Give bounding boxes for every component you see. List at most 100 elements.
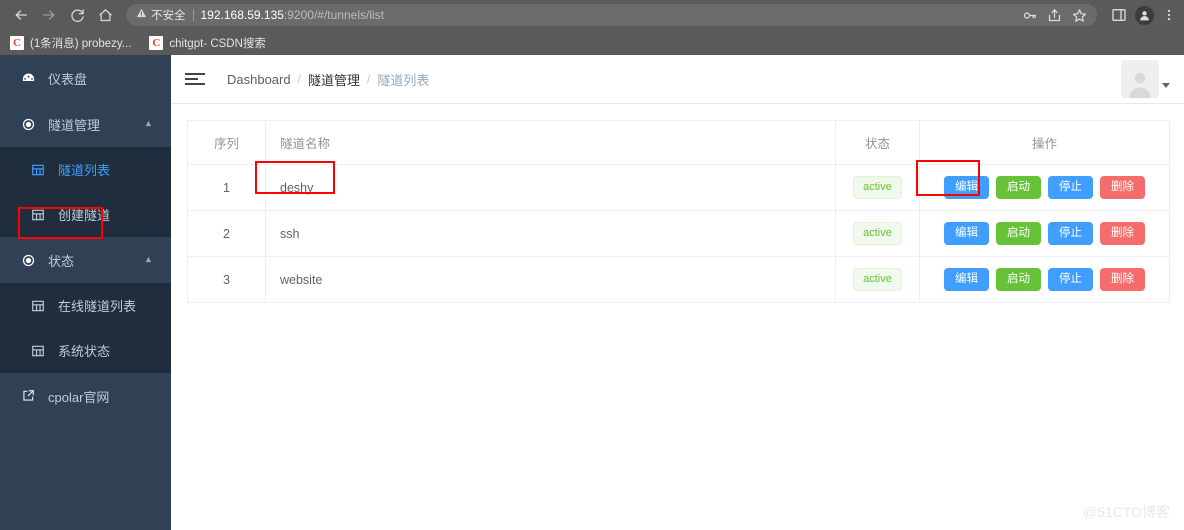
cell-status: active xyxy=(835,210,920,257)
start-button[interactable]: 启动 xyxy=(996,221,1041,246)
table-icon xyxy=(28,299,48,313)
application-root: 仪表盘 隧道管理 ▼ 隧道列表 创建隧道 状态 ▼ 在线隧道列表 系统状态 cp… xyxy=(0,55,1184,530)
cell-name: ssh xyxy=(265,210,836,257)
kebab-menu-icon[interactable] xyxy=(1162,7,1176,23)
delete-button[interactable]: 删除 xyxy=(1100,175,1145,200)
url-path: :9200/#/tunnels/list xyxy=(283,8,384,22)
table-row: 3 website active 编辑 启动 停止 删除 xyxy=(187,256,1170,303)
profile-avatar-icon[interactable] xyxy=(1135,5,1154,25)
sidebar-submenu-status: 在线隧道列表 系统状态 xyxy=(0,283,171,373)
csdn-favicon-icon: C xyxy=(10,35,24,50)
tunnel-table: 序列 隧道名称 状态 操作 1 deshy active 编辑 启动 停止 删除… xyxy=(187,120,1170,303)
sidebar-group-status[interactable]: 状态 ▼ xyxy=(0,237,171,283)
column-header-name: 隧道名称 xyxy=(265,120,836,165)
sidebar-item-label: 仪表盘 xyxy=(48,71,88,87)
omnibox-divider xyxy=(192,9,194,21)
forward-icon[interactable] xyxy=(36,2,62,28)
sidebar: 仪表盘 隧道管理 ▼ 隧道列表 创建隧道 状态 ▼ 在线隧道列表 系统状态 cp… xyxy=(0,55,171,530)
sidebar-item-dashboard[interactable]: 仪表盘 xyxy=(0,55,171,101)
bookmark-label: chitgpt- CSDN搜索 xyxy=(169,37,266,50)
sidebar-group-label: 隧道管理 xyxy=(48,117,101,133)
bookmark-star-icon[interactable] xyxy=(1072,8,1087,23)
table-icon xyxy=(28,163,48,177)
sidebar-item-online-tunnel-list[interactable]: 在线隧道列表 xyxy=(0,283,171,328)
breadcrumb-item-tunnel-management[interactable]: 隧道管理 xyxy=(308,70,360,89)
status-badge: active xyxy=(853,222,902,245)
dashboard-icon xyxy=(18,71,38,86)
breadcrumb-separator: / xyxy=(297,72,301,86)
table-body: 1 deshy active 编辑 启动 停止 删除 2 ssh active … xyxy=(187,164,1170,303)
stop-button[interactable]: 停止 xyxy=(1048,267,1093,292)
edit-button[interactable]: 编辑 xyxy=(944,175,989,200)
column-header-index: 序列 xyxy=(187,120,266,165)
share-icon[interactable] xyxy=(1047,8,1062,23)
table-head: 序列 隧道名称 状态 操作 xyxy=(187,120,1170,165)
sidebar-submenu-tunnel: 隧道列表 创建隧道 xyxy=(0,147,171,237)
tunnel-icon xyxy=(18,117,38,132)
watermark: @51CTO博客 xyxy=(1082,504,1170,520)
bookmark-label: (1条消息) probezy... xyxy=(30,37,132,50)
url-host: 192.168.59.135 xyxy=(200,8,284,22)
cell-index: 3 xyxy=(187,256,266,303)
sidebar-group-tunnel-management[interactable]: 隧道管理 ▼ xyxy=(0,101,171,147)
cell-index: 1 xyxy=(187,164,266,211)
breadcrumb-separator: / xyxy=(366,72,371,86)
table-row: 2 ssh active 编辑 启动 停止 删除 xyxy=(187,210,1170,257)
table-header-row: 序列 隧道名称 状态 操作 xyxy=(187,120,1170,165)
bookmark-item[interactable]: C chitgpt- CSDN搜索 xyxy=(149,35,266,51)
breadcrumb-item-dashboard[interactable]: Dashboard xyxy=(227,72,291,87)
browser-chrome: 不安全 192.168.59.135 :9200/#/tunnels/list xyxy=(0,0,1184,55)
cell-operations: 编辑 启动 停止 删除 xyxy=(919,164,1170,211)
home-icon[interactable] xyxy=(92,2,118,28)
avatar[interactable] xyxy=(1121,60,1159,98)
cell-status: active xyxy=(835,256,920,303)
bookmark-item[interactable]: C (1条消息) probezy... xyxy=(10,35,131,51)
password-key-icon[interactable] xyxy=(1022,8,1037,23)
column-header-status: 状态 xyxy=(835,120,920,165)
bookmarks-bar: C (1条消息) probezy... C chitgpt- CSDN搜索 xyxy=(0,30,1184,55)
external-link-icon xyxy=(18,389,38,403)
cell-name: website xyxy=(265,256,836,303)
chevron-up-icon: ▼ xyxy=(144,255,153,265)
edit-button[interactable]: 编辑 xyxy=(944,221,989,246)
breadcrumb-item-tunnel-list: 隧道列表 xyxy=(377,72,430,88)
menu-fold-icon[interactable] xyxy=(185,73,205,85)
sidebar-item-system-status[interactable]: 系统状态 xyxy=(0,328,171,373)
cell-status: active xyxy=(835,164,920,211)
breadcrumb: Dashboard / 隧道管理 / 隧道列表 xyxy=(227,70,429,89)
delete-button[interactable]: 删除 xyxy=(1100,221,1145,246)
browser-right-actions xyxy=(1103,5,1176,25)
not-secure-warning-icon xyxy=(136,8,147,22)
sidebar-item-create-tunnel[interactable]: 创建隧道 xyxy=(0,192,171,237)
stop-button[interactable]: 停止 xyxy=(1048,221,1093,246)
chevron-down-icon[interactable] xyxy=(1162,82,1170,88)
sidebar-item-label: cpolar官网 xyxy=(48,389,110,405)
chevron-up-icon: ▼ xyxy=(144,119,153,129)
delete-button[interactable]: 删除 xyxy=(1100,267,1145,292)
sidebar-item-cpolar-website[interactable]: cpolar官网 xyxy=(0,373,171,419)
cell-index: 2 xyxy=(187,210,266,257)
cell-name: deshy xyxy=(265,164,836,211)
sidebar-item-label: 创建隧道 xyxy=(58,208,111,223)
top-navbar: Dashboard / 隧道管理 / 隧道列表 xyxy=(171,55,1184,104)
status-badge: active xyxy=(853,176,902,199)
table-icon xyxy=(28,208,48,222)
sidebar-item-tunnel-list[interactable]: 隧道列表 xyxy=(0,147,171,192)
main-area: Dashboard / 隧道管理 / 隧道列表 序列 隧道名称 状态 操作 1 … xyxy=(171,55,1184,530)
back-icon[interactable] xyxy=(8,2,34,28)
content-area: 序列 隧道名称 状态 操作 1 deshy active 编辑 启动 停止 删除… xyxy=(171,104,1184,530)
side-panel-icon[interactable] xyxy=(1111,7,1127,23)
start-button[interactable]: 启动 xyxy=(996,175,1041,200)
sidebar-group-label: 状态 xyxy=(48,253,75,269)
address-bar[interactable]: 不安全 192.168.59.135 :9200/#/tunnels/list xyxy=(126,4,1097,26)
stop-button[interactable]: 停止 xyxy=(1048,175,1093,200)
reload-icon[interactable] xyxy=(64,2,90,28)
csdn-favicon-icon: C xyxy=(149,35,164,50)
edit-button[interactable]: 编辑 xyxy=(944,267,989,292)
not-secure-label: 不安全 xyxy=(151,10,186,22)
table-row: 1 deshy active 编辑 启动 停止 删除 xyxy=(187,164,1170,211)
table-icon xyxy=(28,344,48,358)
navbar-right xyxy=(1121,60,1170,98)
start-button[interactable]: 启动 xyxy=(996,267,1041,292)
column-header-operations: 操作 xyxy=(919,120,1170,165)
